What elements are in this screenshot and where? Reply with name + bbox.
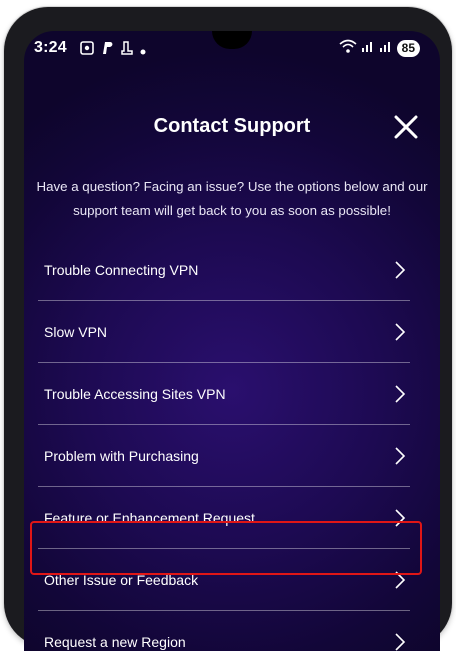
option-other-issue[interactable]: Other Issue or Feedback — [38, 549, 410, 611]
screenshot-icon — [80, 41, 94, 60]
app-notification-icon — [121, 41, 133, 60]
chevron-right-icon — [394, 322, 406, 342]
dot-icon — [140, 42, 146, 60]
option-problem-purchasing[interactable]: Problem with Purchasing — [38, 425, 410, 487]
option-label: Feature or Enhancement Request — [44, 510, 255, 526]
close-icon[interactable] — [392, 113, 420, 141]
option-label: Other Issue or Feedback — [44, 572, 199, 588]
option-label: Request a new Region — [44, 634, 186, 650]
signal-icon — [361, 39, 375, 58]
chevron-right-icon — [394, 632, 406, 651]
status-bar: 3:24 85 — [24, 31, 440, 67]
camera-notch — [212, 31, 252, 49]
phone-frame: 3:24 85 Contact Support Have a question?… — [4, 7, 452, 651]
chevron-right-icon — [394, 384, 406, 404]
chevron-right-icon — [394, 570, 406, 590]
wifi-icon — [339, 39, 357, 58]
support-options-list: Trouble Connecting VPN Slow VPN Trouble … — [38, 239, 410, 651]
page-title: Contact Support — [153, 115, 311, 137]
intro-text: Have a question? Facing an issue? Use th… — [36, 179, 428, 218]
option-label: Slow VPN — [44, 324, 108, 340]
option-label: Problem with Purchasing — [44, 448, 199, 464]
option-slow-vpn[interactable]: Slow VPN — [38, 301, 410, 363]
battery-level: 85 — [396, 40, 420, 57]
option-trouble-accessing-sites[interactable]: Trouble Accessing Sites VPN — [38, 363, 410, 425]
notification-icons — [80, 41, 146, 60]
option-trouble-connecting[interactable]: Trouble Connecting VPN — [38, 239, 410, 301]
status-time: 3:24 — [34, 39, 67, 56]
app-screen: 3:24 85 Contact Support Have a question?… — [24, 31, 440, 651]
chevron-right-icon — [394, 446, 406, 466]
option-feature-request[interactable]: Feature or Enhancement Request — [38, 487, 410, 549]
option-label: Trouble Accessing Sites VPN — [44, 386, 226, 402]
chevron-right-icon — [394, 508, 406, 528]
option-label: Trouble Connecting VPN — [44, 262, 199, 278]
paypal-icon — [101, 41, 114, 60]
status-right-icons: 85 — [339, 39, 420, 58]
option-request-region[interactable]: Request a new Region — [38, 611, 410, 651]
signal-icon-2 — [379, 39, 393, 58]
chevron-right-icon — [394, 260, 406, 280]
